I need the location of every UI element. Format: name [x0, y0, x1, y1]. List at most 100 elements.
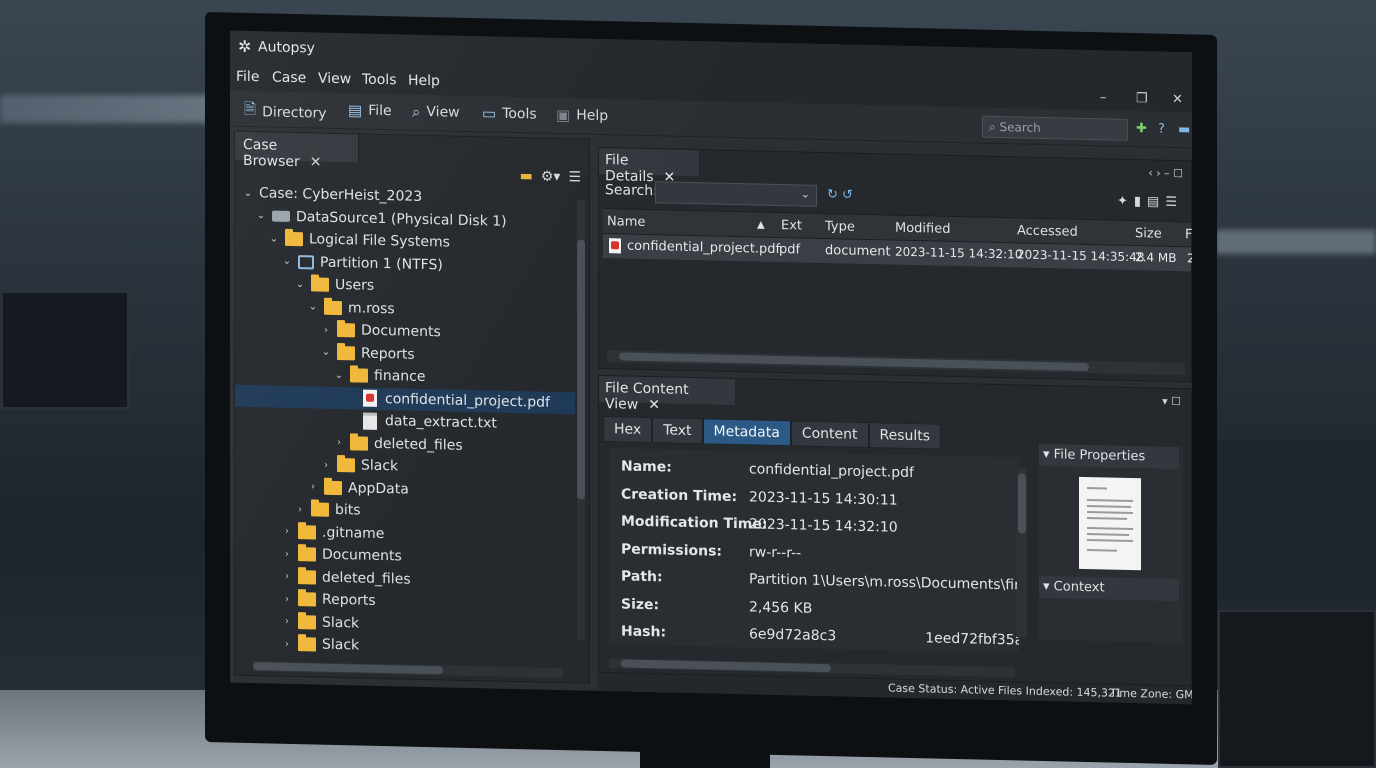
plugin-icon[interactable]: ✚	[1136, 121, 1147, 136]
chevron-down-icon[interactable]: ⌄	[332, 369, 346, 380]
case-browser-tools: ▬ ⚙▾ ☰	[520, 168, 581, 185]
chevron-right-icon[interactable]: ›	[306, 481, 320, 492]
tab-file-content-view[interactable]: File Content View ✕	[599, 375, 735, 413]
chevron-right-icon[interactable]: ›	[280, 638, 294, 649]
vertical-scrollbar[interactable]	[1017, 467, 1027, 638]
scroll-thumb[interactable]	[619, 352, 1089, 372]
scroll-thumb[interactable]	[253, 662, 443, 675]
subtab-metadata[interactable]: Metadata	[702, 418, 791, 447]
vertical-scrollbar[interactable]	[577, 199, 585, 640]
tab-file-details[interactable]: File Details ✕	[599, 147, 699, 186]
chevron-down-icon[interactable]: ⌄	[306, 301, 320, 312]
chevron-down-icon[interactable]: ⌄	[254, 210, 268, 221]
background-monitor	[0, 290, 130, 410]
chevron-down-icon[interactable]: ⌄	[280, 256, 294, 267]
restore-button[interactable]: ❐	[1136, 91, 1148, 106]
menu-help[interactable]: Help	[408, 73, 440, 90]
chevron-down-icon[interactable]: ⌄	[319, 347, 333, 358]
chevron-down-icon[interactable]: ⌄	[241, 187, 255, 198]
chevron-right-icon[interactable]: ›	[332, 437, 346, 448]
refresh-icon[interactable]: ↻ ↺	[827, 187, 853, 203]
subtab-hex[interactable]: Hex	[603, 416, 653, 444]
case-tree: ⌄ Case: CyberHeist_2023 ⌄ DataSource1 (Phys…	[235, 182, 575, 665]
col-name[interactable]: Name	[607, 214, 645, 230]
file-table: Name ▲ Ext Type Modified Accessed Size F…	[603, 208, 1192, 272]
search-placeholder: Search	[999, 120, 1041, 135]
list-icon[interactable]: ☰	[568, 169, 581, 185]
subtab-results[interactable]: Results	[868, 422, 942, 450]
context-header[interactable]: ▾ Context	[1039, 575, 1179, 602]
view-mode-icons[interactable]: ✦▮▤☰	[1117, 194, 1183, 210]
monitor-bezel: ✲ Autopsy File Case View Tools Help – ❐ …	[205, 12, 1217, 765]
folder-icon	[298, 637, 316, 652]
files-indexed: Files Indexed: 145,321	[998, 683, 1123, 700]
col-type[interactable]: Type	[825, 219, 855, 235]
minimize-button[interactable]: –	[1100, 90, 1107, 105]
menu-case[interactable]: Case	[272, 70, 306, 87]
col-size[interactable]: Size	[1135, 226, 1162, 242]
panel-nav-icons[interactable]: ‹ › – ☐	[1148, 166, 1183, 180]
search-input[interactable]: ⌕ Search	[982, 115, 1128, 141]
chevron-right-icon[interactable]: ›	[293, 503, 307, 515]
file-properties-header[interactable]: ▾ File Properties	[1039, 443, 1179, 470]
tools-label: Tools	[502, 105, 537, 123]
window-icon[interactable]: ▬	[1178, 122, 1190, 137]
close-tab-icon[interactable]: ✕	[648, 397, 660, 413]
chevron-right-icon[interactable]: ›	[280, 571, 294, 582]
col-flags[interactable]: F	[1185, 227, 1192, 242]
chevron-right-icon[interactable]: ›	[280, 526, 294, 537]
close-button[interactable]: ✕	[1172, 92, 1183, 107]
tools-button[interactable]: ▭ Tools	[482, 104, 537, 123]
sort-ascending-icon[interactable]: ▲	[757, 220, 765, 231]
chevron-right-icon[interactable]: ›	[280, 548, 294, 559]
metadata-key: Name:	[621, 458, 672, 476]
folder-icon[interactable]: ▬	[520, 168, 533, 184]
cell-size: 2.4 MB	[1135, 250, 1177, 266]
horizontal-scrollbar[interactable]	[253, 661, 563, 679]
chevron-right-icon[interactable]: ›	[319, 324, 333, 335]
chevron-down-icon: ⌄	[800, 187, 810, 201]
directory-label: Directory	[262, 103, 327, 122]
tab-case-browser[interactable]: Case Browser ✕	[235, 131, 359, 171]
tree-node-label: confidential_project.pdf	[385, 390, 550, 411]
chevron-right-icon[interactable]: ›	[280, 593, 294, 604]
file-button[interactable]: ▤ File	[348, 101, 392, 120]
panel-window-icons[interactable]: ▾ ☐	[1162, 395, 1181, 408]
col-accessed[interactable]: Accessed	[1017, 223, 1078, 239]
subtab-content[interactable]: Content	[790, 420, 869, 449]
menu-view[interactable]: View	[318, 71, 351, 88]
view-button[interactable]: ⌕ View	[412, 103, 460, 122]
metadata-row: Size: 2,456 KB	[621, 596, 812, 616]
scroll-thumb[interactable]	[577, 239, 585, 500]
chevron-right-icon[interactable]: ›	[280, 616, 294, 627]
scroll-thumb[interactable]	[1018, 473, 1026, 534]
menu-file[interactable]: File	[236, 69, 259, 86]
horizontal-scrollbar[interactable]	[607, 350, 1185, 376]
help-button[interactable]: ▣ Help	[556, 106, 608, 125]
file-search-dropdown[interactable]: ⌄	[655, 181, 817, 207]
cell-ext: pdf	[779, 242, 801, 258]
folder-icon	[298, 547, 316, 562]
folder-icon	[311, 502, 329, 517]
pdf-icon	[363, 389, 377, 407]
scroll-thumb[interactable]	[621, 659, 831, 673]
chevron-down-icon[interactable]: ⌄	[293, 278, 307, 290]
drive-icon	[298, 254, 314, 269]
menu-tools[interactable]: Tools	[362, 72, 397, 89]
close-tab-icon[interactable]: ✕	[310, 154, 322, 170]
chevron-right-icon[interactable]: ›	[319, 459, 333, 470]
directory-button[interactable]: 🗎 Directory	[244, 99, 327, 126]
chevron-down-icon[interactable]: ⌄	[267, 233, 281, 244]
tree-node-label: DataSource1 (Physical Disk 1)	[296, 208, 507, 230]
metadata-key: Hash:	[621, 623, 667, 641]
question-icon[interactable]: ?	[1158, 122, 1165, 137]
tree-node-label: .gitname	[322, 524, 385, 542]
folder-icon	[324, 480, 342, 495]
gear-icon[interactable]: ⚙▾	[541, 169, 561, 185]
document-thumbnail	[1079, 476, 1141, 571]
col-modified[interactable]: Modified	[895, 221, 950, 237]
subtab-text[interactable]: Text	[652, 417, 703, 445]
case-browser-panel: Case Browser ✕ ▬ ⚙▾ ☰ ⌄ Case: CyberHeist_2…	[234, 130, 590, 684]
col-ext[interactable]: Ext	[781, 218, 802, 233]
folder-icon	[298, 614, 316, 630]
